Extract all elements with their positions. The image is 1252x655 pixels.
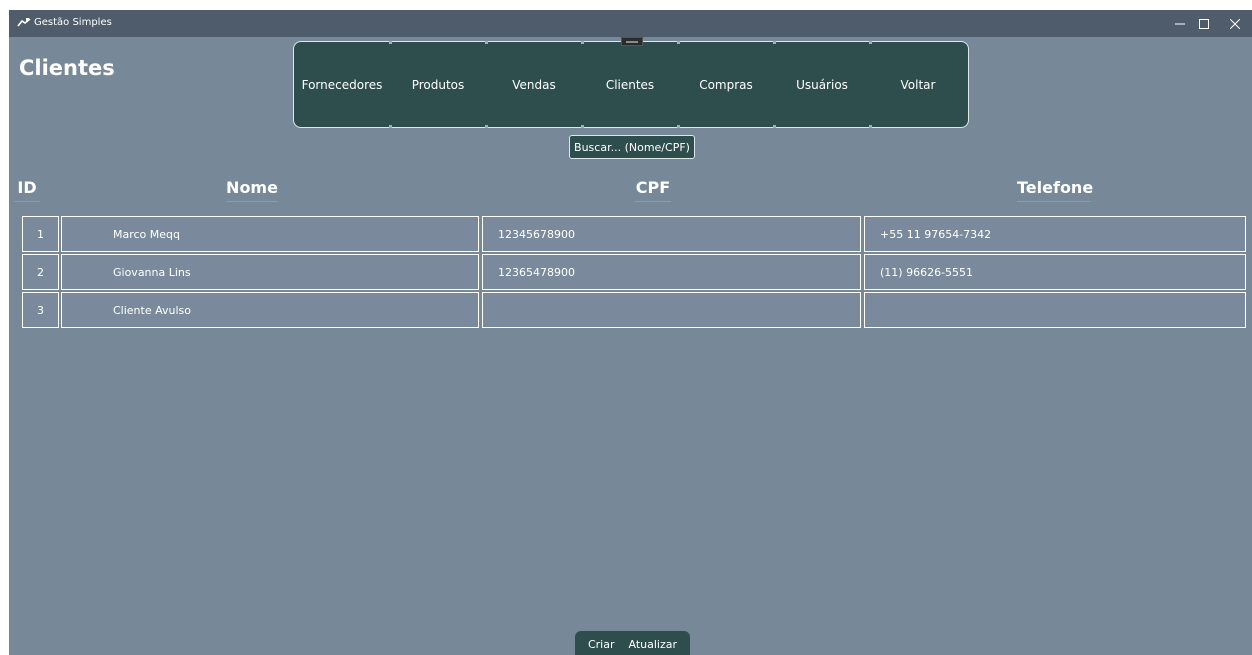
cell-telefone[interactable]: +55 11 97654-7342: [864, 216, 1246, 252]
minimize-icon: [1175, 23, 1185, 24]
cell-nome[interactable]: Marco Meqq: [61, 216, 479, 252]
cell-id[interactable]: 2: [22, 254, 59, 290]
clients-table: 1 Marco Meqq 12345678900 +55 11 97654-73…: [22, 216, 1246, 330]
action-bar: Criar Atualizar: [575, 631, 690, 655]
nav-item-clientes[interactable]: Clientes: [582, 42, 678, 127]
close-icon: [1230, 18, 1240, 29]
refresh-button[interactable]: Atualizar: [629, 638, 678, 651]
nav-item-voltar[interactable]: Voltar: [870, 42, 966, 127]
page-title: Clientes: [19, 56, 115, 80]
app-logo-icon: [17, 18, 31, 27]
cell-cpf[interactable]: 12365478900: [482, 254, 861, 290]
cell-nome[interactable]: Giovanna Lins: [61, 254, 479, 290]
nav-item-fornecedores[interactable]: Fornecedores: [294, 42, 390, 127]
nav-items: Fornecedores Produtos Vendas Clientes Co…: [294, 42, 968, 127]
navigation-menu: Fornecedores Produtos Vendas Clientes Co…: [293, 37, 969, 128]
table-row[interactable]: 2 Giovanna Lins 12365478900 (11) 96626-5…: [22, 254, 1246, 290]
cell-telefone[interactable]: (11) 96626-5551: [864, 254, 1246, 290]
search-input[interactable]: [569, 135, 695, 159]
window-title: Gestão Simples: [34, 17, 112, 28]
cell-cpf[interactable]: [482, 292, 861, 328]
table-row[interactable]: 1 Marco Meqq 12345678900 +55 11 97654-73…: [22, 216, 1246, 252]
maximize-icon: [1199, 18, 1209, 29]
nav-item-compras[interactable]: Compras: [678, 42, 774, 127]
cell-id[interactable]: 3: [22, 292, 59, 328]
column-header-id: ID: [14, 178, 40, 202]
nav-item-produtos[interactable]: Produtos: [390, 42, 486, 127]
table-row[interactable]: 3 Cliente Avulso: [22, 292, 1246, 328]
column-header-nome: Nome: [226, 178, 278, 202]
title-bar[interactable]: Gestão Simples: [9, 10, 1252, 37]
column-header-cpf: CPF: [635, 178, 671, 202]
create-button[interactable]: Criar: [588, 638, 615, 651]
cell-nome[interactable]: Cliente Avulso: [61, 292, 479, 328]
nav-item-usuarios[interactable]: Usuários: [774, 42, 870, 127]
column-header-telefone: Telefone: [1017, 178, 1093, 202]
nav-item-vendas[interactable]: Vendas: [486, 42, 582, 127]
close-button[interactable]: [1220, 10, 1250, 37]
cell-id[interactable]: 1: [22, 216, 59, 252]
cell-cpf[interactable]: 12345678900: [482, 216, 861, 252]
maximize-button[interactable]: [1189, 10, 1219, 37]
app-window: Gestão Simples Clientes Fornecedores Pro…: [9, 10, 1252, 655]
cell-telefone[interactable]: [864, 292, 1246, 328]
